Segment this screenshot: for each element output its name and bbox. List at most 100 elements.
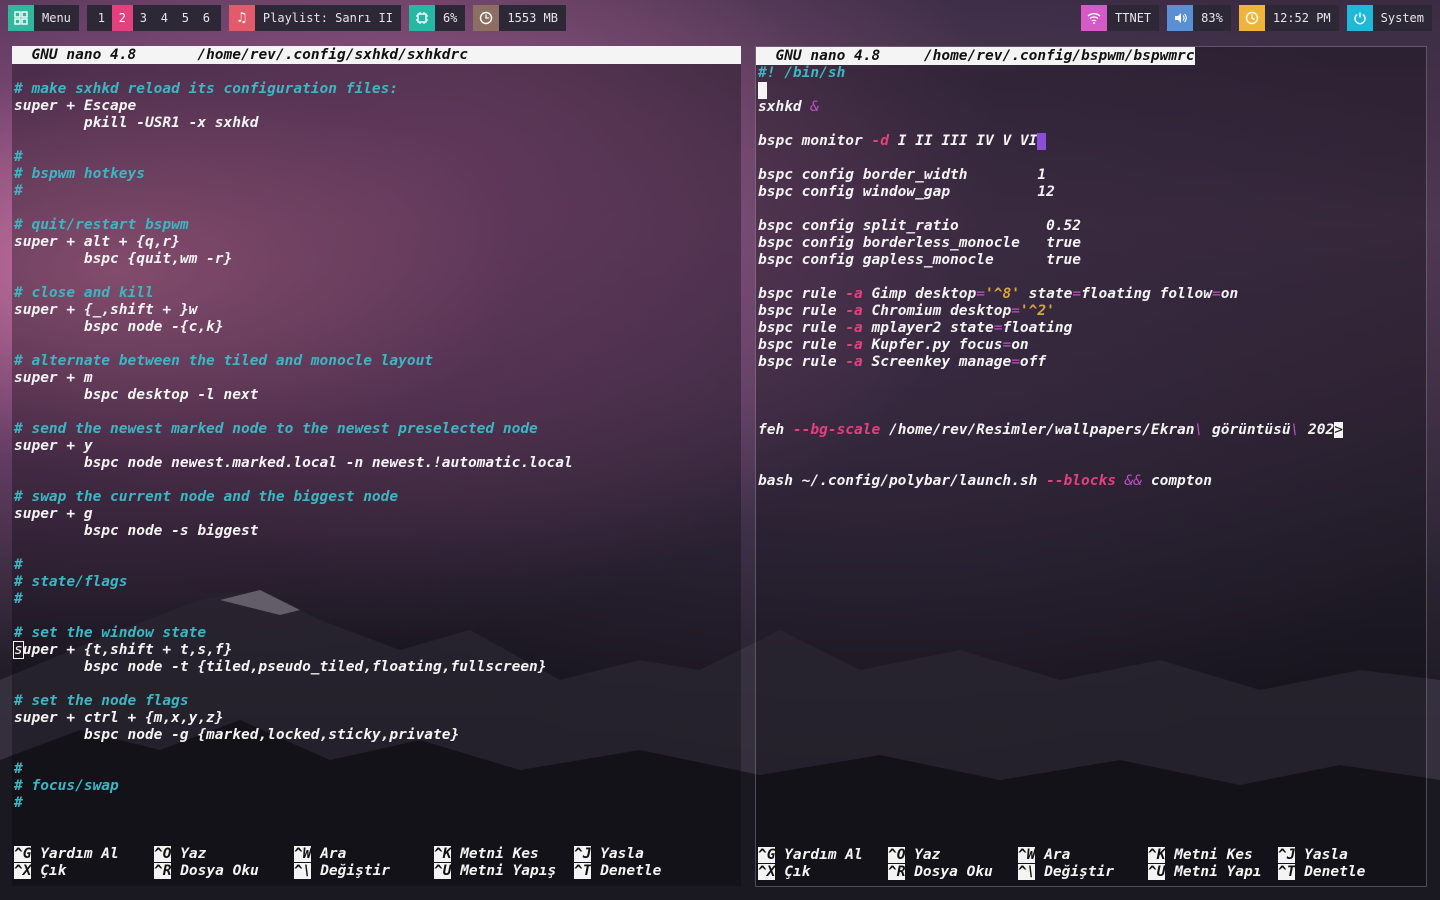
code-line: bspc node newest.marked.local -n newest.… xyxy=(14,455,573,471)
shortcut-key: ^R xyxy=(154,863,172,879)
clock-time: 12:52 PM xyxy=(1272,11,1331,25)
text-cursor xyxy=(758,82,767,99)
shortcut-label: Yardım Al xyxy=(40,846,119,862)
shortcut-hint: ^G Yardım Al xyxy=(14,846,119,863)
shortcut-key: ^W xyxy=(294,846,312,862)
shortcut-hint: ^\ Değiştir xyxy=(294,863,390,880)
memory-module: 1553 MB xyxy=(473,5,566,31)
shortcut-label: Dosya Oku xyxy=(180,863,259,879)
code-line: bspc node -g {marked,locked,sticky,priva… xyxy=(14,727,460,743)
code-line: # set the window state xyxy=(14,625,207,641)
code-line: # swap the current node and the biggest … xyxy=(14,489,399,505)
code-line: bspc config borderless_monocle true xyxy=(758,235,1082,251)
code-line: bash ~/.config/polybar/launch.sh --block… xyxy=(758,473,1212,489)
shortcut-key: ^O xyxy=(888,847,906,863)
code-line: # make sxhkd reload its configuration fi… xyxy=(14,81,399,97)
wifi-icon xyxy=(1081,5,1108,31)
workspace-6[interactable]: 6 xyxy=(196,5,217,31)
menu-button[interactable]: Menu xyxy=(8,5,79,31)
network-module[interactable]: TTNET xyxy=(1081,5,1160,31)
shortcut-label: Metni Kes xyxy=(1174,847,1253,863)
power-menu-button[interactable]: System xyxy=(1346,5,1432,31)
workspace-5[interactable]: 5 xyxy=(175,5,196,31)
code-line: # xyxy=(14,761,23,777)
code-line: super + {t,shift + t,s,f} xyxy=(13,641,233,659)
shortcut-label: Metni Yapı xyxy=(1174,864,1262,880)
right-terminal-nano[interactable]: GNU nano 4.8 /home/rev/.config/bspwm/bsp… xyxy=(755,46,1427,887)
code-line: feh --bg-scale /home/rev/Resimler/wallpa… xyxy=(758,422,1343,438)
shortcut-key: ^U xyxy=(434,863,452,879)
workspace-list: 1 2 3 4 5 6 xyxy=(86,5,221,31)
selection-cursor xyxy=(1037,133,1047,150)
clock-icon xyxy=(1238,5,1265,31)
workspace-4[interactable]: 4 xyxy=(154,5,175,31)
nano-title-bar: GNU nano 4.8 /home/rev/.config/bspwm/bsp… xyxy=(756,47,1195,65)
workspace-3[interactable]: 3 xyxy=(133,5,154,31)
shortcut-hint: ^R Dosya Oku xyxy=(154,863,259,880)
volume-module[interactable]: 83% xyxy=(1167,5,1231,31)
code-line: bspc node -{c,k} xyxy=(14,319,224,335)
nano-title-bar: GNU nano 4.8 /home/rev/.config/sxhkd/sxh… xyxy=(12,46,741,64)
cpu-chip-icon xyxy=(408,5,435,31)
music-module[interactable]: ♫ Playlist: Sanrı II xyxy=(228,5,401,31)
power-icon xyxy=(1346,5,1373,31)
file-path: /home/rev/.config/bspwm/bspwmrc xyxy=(923,48,1195,64)
code-line: # xyxy=(14,557,23,573)
shortcut-hint: ^R Dosya Oku xyxy=(888,864,993,881)
workspace-1[interactable]: 1 xyxy=(91,5,112,31)
shortcut-label: Metni Yapış xyxy=(460,863,557,879)
code-line: bspc config gapless_monocle true xyxy=(758,252,1082,268)
shortcut-key: ^U xyxy=(1148,864,1166,880)
code-line: super + Escape xyxy=(14,98,137,114)
code-line: bspc config split_ratio 0.52 xyxy=(758,218,1082,234)
code-text: uper + {t,shift + t,s,f} xyxy=(22,642,233,658)
code-line: bspc node -t {tiled,pseudo_tiled,floatin… xyxy=(14,659,547,675)
shortcut-key: ^\ xyxy=(1018,864,1036,880)
shortcut-key: ^T xyxy=(1278,864,1296,880)
nano-version: GNU nano 4.8 xyxy=(31,47,137,63)
line-overflow-marker: > xyxy=(1334,422,1343,438)
left-terminal-nano[interactable]: GNU nano 4.8 /home/rev/.config/sxhkd/sxh… xyxy=(12,46,741,886)
nano-version: GNU nano 4.8 xyxy=(775,48,881,64)
code-line: bspc node -s biggest xyxy=(14,523,259,539)
shortcut-hint: ^O Yaz xyxy=(154,846,206,863)
shortcut-key: ^G xyxy=(758,847,776,863)
code-line: super + y xyxy=(14,438,93,454)
code-line: bspc config window_gap 12 xyxy=(758,184,1055,200)
cpu-usage: 6% xyxy=(442,11,458,25)
code-line: # bspwm hotkeys xyxy=(14,166,145,182)
code-line: # alternate between the tiled and monocl… xyxy=(14,353,434,369)
shortcut-label: Çık xyxy=(784,864,811,880)
shortcut-hint: ^X Çık xyxy=(758,864,810,881)
code-line: # xyxy=(14,149,23,165)
code-line: # focus/swap xyxy=(14,778,119,794)
shortcut-label: Ara xyxy=(320,846,347,862)
shortcut-label: Denetle xyxy=(1304,864,1366,880)
shortcut-label: Metni Kes xyxy=(460,846,539,862)
shortcut-key: ^X xyxy=(758,864,776,880)
network-name: TTNET xyxy=(1115,11,1152,25)
shortcut-label: Denetle xyxy=(600,863,662,879)
grid-icon xyxy=(8,5,34,31)
shortcut-label: Çık xyxy=(40,863,67,879)
clock-gauge-icon xyxy=(473,5,500,31)
code-line: # send the newest marked node to the new… xyxy=(14,421,538,437)
shortcut-hint: ^U Metni Yapış xyxy=(434,863,556,880)
code-line: bspc rule -a Screenkey manage=off xyxy=(758,354,1047,370)
shortcut-key: ^X xyxy=(14,863,32,879)
code-line: # xyxy=(14,183,23,199)
shortcut-label: Değiştir xyxy=(1044,864,1115,880)
code-line: #! /bin/sh xyxy=(758,65,846,81)
code-line: super + ctrl + {m,x,y,z} xyxy=(14,710,224,726)
code-line: # xyxy=(14,795,23,811)
shortcut-key: ^T xyxy=(574,863,592,879)
shortcut-label: Yaz xyxy=(914,847,941,863)
workspace-2[interactable]: 2 xyxy=(111,5,133,31)
code-line: bspc desktop -l next xyxy=(14,387,259,403)
shortcut-hint: ^T Denetle xyxy=(574,863,661,880)
shortcut-hint: ^K Metni Kes xyxy=(434,846,539,863)
shortcut-key: ^K xyxy=(1148,847,1166,863)
code-line: sxhkd & xyxy=(758,99,820,115)
shortcut-hint: ^O Yaz xyxy=(888,847,940,864)
code-line: # xyxy=(14,591,23,607)
